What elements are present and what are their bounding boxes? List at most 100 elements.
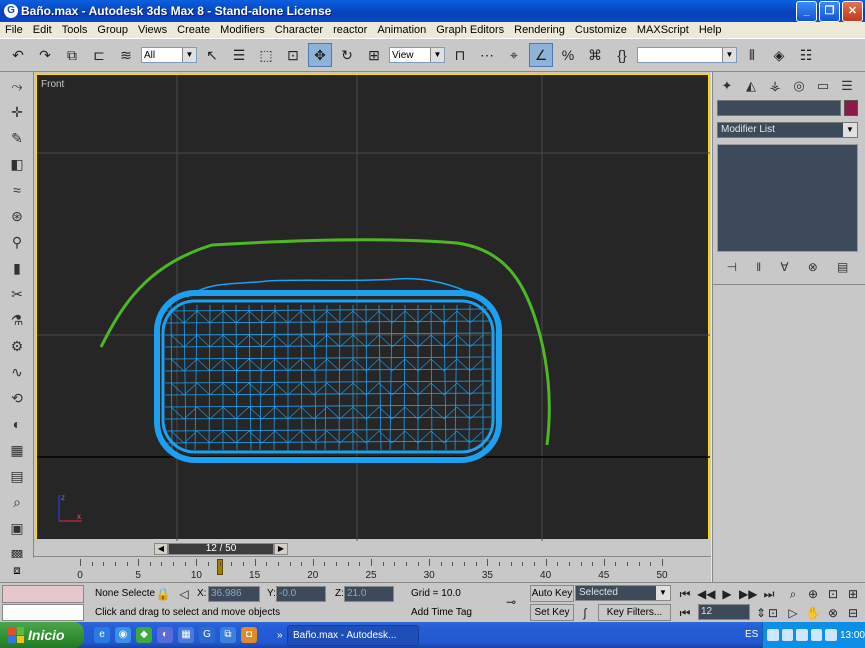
- quicklaunch-7-icon[interactable]: ⧉: [220, 627, 236, 643]
- configure-sets-icon[interactable]: ▤: [837, 260, 848, 274]
- select-object-icon[interactable]: ↖: [200, 43, 224, 67]
- key-mode-toggle-icon[interactable]: ⏮: [676, 604, 694, 622]
- quicklaunch-5-icon[interactable]: ▦: [178, 627, 194, 643]
- modifier-stack[interactable]: [717, 144, 858, 252]
- motion-tab-icon[interactable]: ◎: [788, 76, 810, 96]
- rotate-icon[interactable]: ↻: [335, 43, 359, 67]
- quicklaunch-8-icon[interactable]: ◘: [241, 627, 257, 643]
- quicklaunch-4-icon[interactable]: ◐: [157, 627, 173, 643]
- menu-views[interactable]: Views: [133, 22, 172, 38]
- maxscript-listener-output[interactable]: [2, 585, 84, 603]
- set-key-button[interactable]: Set Key: [530, 604, 574, 621]
- object-color-swatch[interactable]: [844, 100, 858, 116]
- tool-15-icon[interactable]: ▦: [2, 438, 32, 462]
- quicklaunch-6-icon[interactable]: G: [199, 627, 215, 643]
- maxscript-listener-input[interactable]: [2, 604, 84, 621]
- menu-tools[interactable]: Tools: [57, 22, 93, 38]
- rect-selection-icon[interactable]: ⬚: [254, 43, 278, 67]
- modify-tab-icon[interactable]: ◭: [740, 76, 762, 96]
- bathtub-mesh[interactable]: [154, 277, 502, 463]
- y-coordinate-field[interactable]: -0.0: [276, 586, 326, 602]
- lock-icon[interactable]: 🔒: [154, 585, 172, 603]
- more-icon[interactable]: »: [277, 630, 283, 641]
- ie-icon[interactable]: e: [94, 627, 110, 643]
- go-to-start-icon[interactable]: ⏮: [676, 585, 694, 603]
- snap-icon[interactable]: ⌖: [502, 43, 526, 67]
- hierarchy-tab-icon[interactable]: ⚶: [764, 76, 786, 96]
- create-tab-icon[interactable]: ✦: [716, 76, 738, 96]
- tool-13-icon[interactable]: ⟲: [2, 386, 32, 410]
- menu-modifiers[interactable]: Modifiers: [215, 22, 270, 38]
- menu-maxscript[interactable]: MAXScript: [632, 22, 694, 38]
- redo-icon[interactable]: ↷: [33, 43, 57, 67]
- next-frame-icon[interactable]: ▶▶: [739, 585, 757, 603]
- tool-6-icon[interactable]: ⊛: [2, 204, 32, 228]
- named-selection-dropdown[interactable]: ▼: [637, 47, 737, 63]
- play-icon[interactable]: ▶: [718, 585, 736, 603]
- curly-braces-icon[interactable]: {}: [610, 43, 634, 67]
- viewport-label[interactable]: Front: [41, 79, 64, 90]
- spinner-snap-icon[interactable]: ⋯: [475, 43, 499, 67]
- display-tab-icon[interactable]: ▭: [812, 76, 834, 96]
- show-end-result-icon[interactable]: ‖: [756, 260, 761, 274]
- menu-rendering[interactable]: Rendering: [509, 22, 570, 38]
- zoom-all-icon[interactable]: ⊕: [804, 585, 822, 603]
- tool-17-icon[interactable]: ⌕: [2, 490, 32, 514]
- time-config-icon[interactable]: ⊡: [764, 604, 782, 622]
- menu-help[interactable]: Help: [694, 22, 727, 38]
- zoom-extents-icon[interactable]: ⊡: [824, 585, 842, 603]
- scale-icon[interactable]: ⊞: [362, 43, 386, 67]
- maximize-viewport-icon[interactable]: ⊟: [844, 604, 862, 622]
- field-of-view-icon[interactable]: ▷: [784, 604, 802, 622]
- tool-12-icon[interactable]: ∿: [2, 360, 32, 384]
- previous-frame-icon[interactable]: ◀◀: [697, 585, 715, 603]
- angle-snap-icon[interactable]: ∠: [529, 43, 553, 67]
- tray-icon-4-icon[interactable]: [810, 629, 823, 641]
- tool-9-icon[interactable]: ✂: [2, 282, 32, 306]
- menu-animation[interactable]: Animation: [372, 22, 431, 38]
- menu-reactor[interactable]: reactor: [328, 22, 372, 38]
- tray-icon-1-icon[interactable]: [767, 629, 779, 641]
- tool-1-icon[interactable]: ⤳: [2, 74, 32, 98]
- absolute-mode-icon[interactable]: ◁: [175, 585, 193, 603]
- zoom-extents-all-icon[interactable]: ⊞: [844, 585, 862, 603]
- front-viewport[interactable]: z x Front: [36, 74, 710, 541]
- move-icon[interactable]: ✥: [308, 43, 332, 67]
- menu-create[interactable]: Create: [172, 22, 215, 38]
- go-to-end-icon[interactable]: ⏭: [760, 585, 778, 603]
- tray-icon-3-icon[interactable]: [796, 629, 808, 641]
- quicklaunch-2-icon[interactable]: ◉: [115, 627, 131, 643]
- undo-icon[interactable]: ↶: [6, 43, 30, 67]
- tool-11-icon[interactable]: ⚙: [2, 334, 32, 358]
- add-time-tag-button[interactable]: Add Time Tag: [408, 605, 488, 621]
- key-mode-dropdown[interactable]: Selected ▼: [575, 585, 671, 601]
- menu-character[interactable]: Character: [270, 22, 328, 38]
- selection-filter-dropdown[interactable]: All ▼: [141, 47, 197, 63]
- zoom-icon[interactable]: ⌕: [784, 585, 802, 603]
- tool-4-icon[interactable]: ◧: [2, 152, 32, 176]
- tool-7-icon[interactable]: ⚲: [2, 230, 32, 254]
- minimize-button[interactable]: _: [796, 0, 817, 22]
- tool-3-icon[interactable]: ✎: [2, 126, 32, 150]
- mirror-tool-icon[interactable]: ⫴: [740, 43, 764, 67]
- current-frame-field[interactable]: 12: [698, 604, 750, 620]
- percent-snap-icon[interactable]: %: [556, 43, 580, 67]
- modifier-list-dropdown[interactable]: Modifier List ▼: [717, 122, 858, 138]
- menu-group[interactable]: Group: [92, 22, 133, 38]
- default-in-out-tangents-icon[interactable]: ∫: [576, 604, 594, 622]
- menu-file[interactable]: File: [0, 22, 28, 38]
- tool-16-icon[interactable]: ▤: [2, 464, 32, 488]
- remove-modifier-icon[interactable]: ⊗: [808, 260, 818, 274]
- open-mini-curve-editor-icon[interactable]: ⧈: [0, 558, 34, 582]
- select-link-icon[interactable]: ⧉: [60, 43, 84, 67]
- make-unique-icon[interactable]: ∀: [780, 260, 788, 274]
- track-bar[interactable]: 0 5 10 15 20 25 30 35 40 45 50: [34, 556, 711, 582]
- menu-graph-editors[interactable]: Graph Editors: [431, 22, 509, 38]
- window-crossing-icon[interactable]: ⊡: [281, 43, 305, 67]
- x-coordinate-field[interactable]: 36.986: [208, 586, 260, 602]
- bind-spacewarp-icon[interactable]: ≋: [114, 43, 138, 67]
- z-coordinate-field[interactable]: 21.0: [344, 586, 394, 602]
- unlink-icon[interactable]: ⊏: [87, 43, 111, 67]
- close-button[interactable]: ✕: [842, 0, 863, 22]
- tool-14-icon[interactable]: ◐: [2, 412, 32, 436]
